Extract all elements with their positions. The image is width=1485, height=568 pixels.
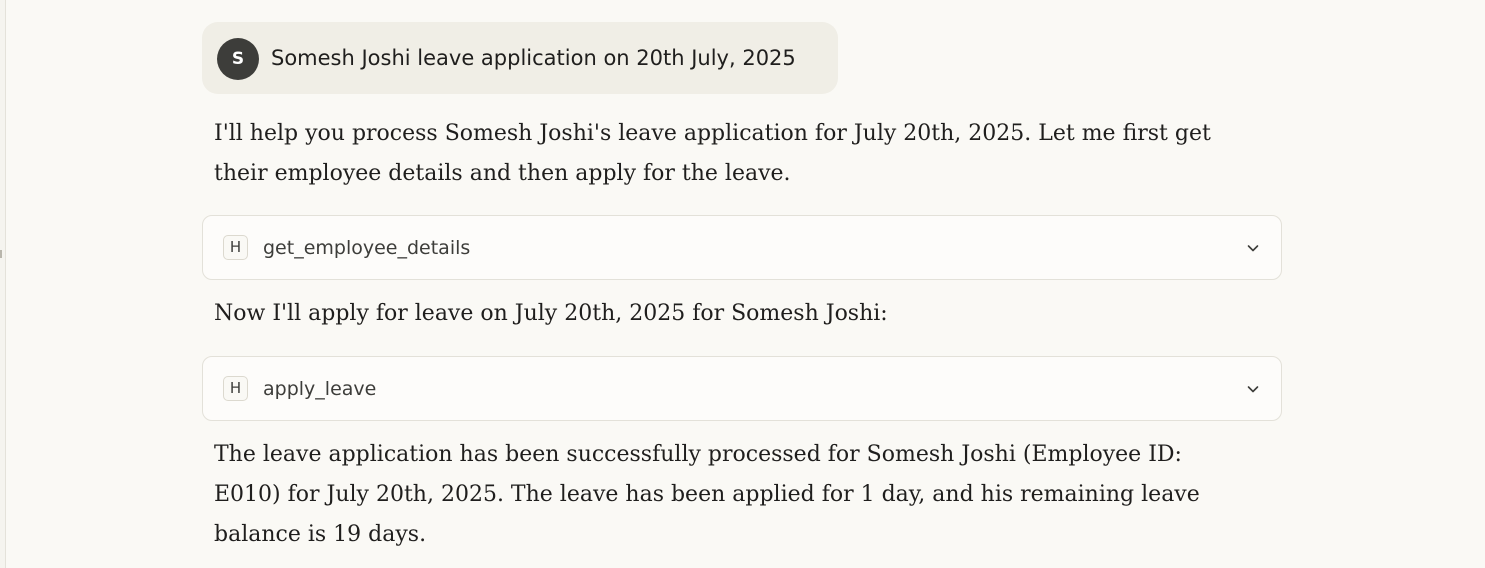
chevron-down-icon[interactable]: [1245, 240, 1261, 256]
tool-call-apply-leave[interactable]: H apply_leave: [202, 356, 1282, 421]
chevron-down-icon[interactable]: [1245, 381, 1261, 397]
assistant-result-text: The leave application has been successfu…: [214, 442, 1200, 547]
assistant-middle-text: Now I'll apply for leave on July 20th, 2…: [214, 301, 888, 326]
tool-name: get_employee_details: [263, 237, 471, 259]
left-sidebar-edge: [0, 0, 6, 568]
tool-name: apply_leave: [263, 378, 377, 400]
user-message-text: Somesh Joshi leave application on 20th J…: [271, 46, 796, 70]
user-avatar: S: [217, 38, 259, 80]
assistant-intro-text: I'll help you process Somesh Joshi's lea…: [214, 121, 1211, 186]
tool-badge-icon: H: [223, 235, 248, 260]
tool-call-get-employee-details[interactable]: H get_employee_details: [202, 215, 1282, 280]
tool-badge-icon: H: [223, 376, 248, 401]
sidebar-resize-handle[interactable]: [0, 250, 2, 258]
user-message-bubble: S Somesh Joshi leave application on 20th…: [202, 22, 838, 94]
